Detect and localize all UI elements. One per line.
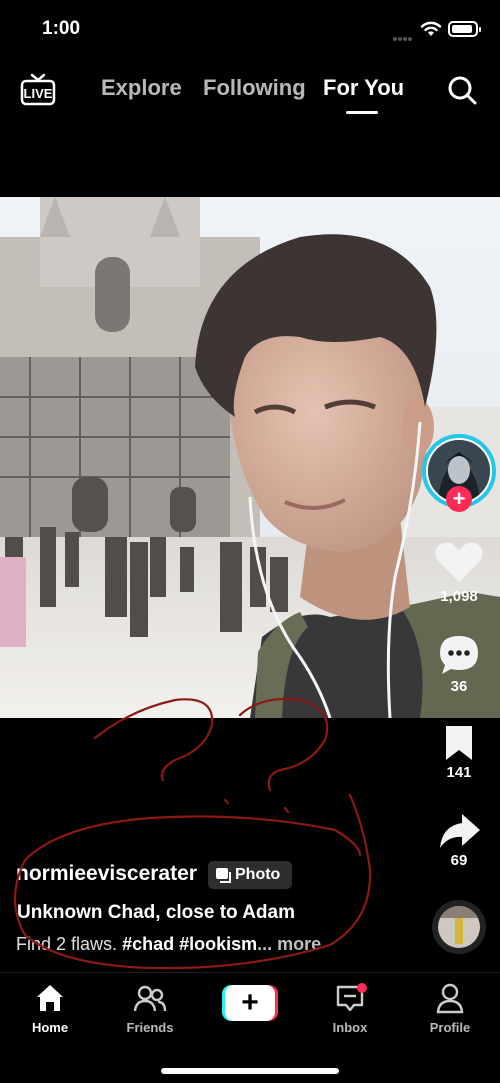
- tab-for-you[interactable]: For You: [323, 75, 404, 101]
- comment-button[interactable]: 36: [424, 632, 494, 704]
- status-bar: 1:00: [0, 0, 500, 58]
- battery-icon: [448, 21, 481, 37]
- save-button[interactable]: 141: [424, 722, 494, 794]
- photo-badge-label: Photo: [235, 866, 281, 883]
- creator-avatar[interactable]: +: [422, 434, 496, 512]
- tab-explore[interactable]: Explore: [101, 75, 182, 101]
- plus-icon: +: [241, 986, 259, 1019]
- inbox-notification-dot: [357, 983, 367, 993]
- music-disc[interactable]: [432, 900, 486, 954]
- comment-count: 36: [450, 678, 468, 695]
- nav-friends-label: Friends: [126, 1020, 174, 1035]
- nav-inbox[interactable]: Inbox: [310, 981, 390, 1035]
- sound-cover-image: [438, 906, 480, 948]
- live-icon[interactable]: LIVE: [20, 72, 56, 106]
- hashtag-chad[interactable]: #chad: [122, 934, 174, 954]
- heart-icon: [435, 542, 483, 582]
- cellular-signal-icon: [393, 28, 417, 41]
- live-label: LIVE: [24, 86, 53, 101]
- like-button[interactable]: 1,098: [424, 540, 494, 612]
- home-indicator: [161, 1068, 339, 1074]
- friends-icon: [133, 985, 167, 1012]
- photo-mode-icon: [216, 868, 231, 883]
- tab-following[interactable]: Following: [203, 75, 306, 101]
- description-text: Find 2 flaws.: [16, 934, 118, 954]
- more-link[interactable]: ... more: [257, 934, 321, 954]
- nav-profile[interactable]: Profile: [410, 981, 490, 1035]
- post-description[interactable]: Find 2 flaws. #chad #lookism... more: [16, 934, 321, 955]
- search-icon[interactable]: [446, 74, 478, 106]
- nav-profile-label: Profile: [429, 1020, 471, 1035]
- nav-home[interactable]: Home: [10, 981, 90, 1035]
- nav-inbox-label: Inbox: [332, 1020, 368, 1035]
- top-nav: LIVE Explore Following For You: [0, 60, 500, 120]
- create-button[interactable]: +: [222, 985, 278, 1021]
- nav-home-label: Home: [31, 1020, 69, 1035]
- active-tab-indicator: [346, 111, 378, 114]
- bottom-nav: Home Friends + Inbox Profile: [0, 972, 500, 1083]
- comment-icon: [440, 636, 478, 674]
- share-count: 69: [450, 852, 468, 869]
- profile-icon: [436, 983, 464, 1014]
- bookmark-icon: [446, 726, 472, 760]
- hashtag-lookism[interactable]: #lookism: [179, 934, 257, 954]
- photo-badge: Photo: [208, 861, 292, 889]
- save-count: 141: [446, 764, 472, 781]
- post-title: Unknown Chad, close to Adam: [17, 902, 295, 923]
- nav-friends[interactable]: Friends: [110, 981, 190, 1035]
- share-button[interactable]: 69: [424, 810, 494, 882]
- status-time: 1:00: [42, 18, 81, 39]
- follow-plus-button[interactable]: +: [446, 486, 472, 512]
- wifi-icon: [420, 21, 442, 36]
- home-icon: [37, 985, 63, 1011]
- like-count: 1,098: [440, 588, 478, 605]
- share-icon: [440, 814, 480, 848]
- post-username[interactable]: normieeviscerater: [16, 862, 197, 886]
